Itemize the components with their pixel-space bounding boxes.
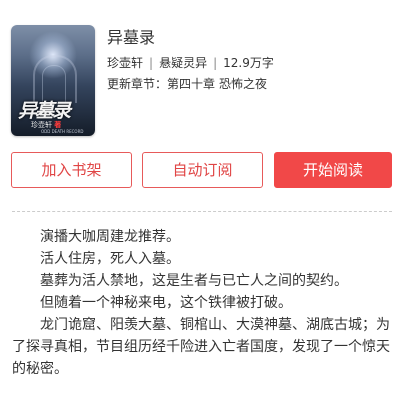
book-meta: 珍壶轩 | 悬疑灵异 | 12.9万字 — [107, 55, 274, 71]
description-paragraph: 龙门诡窟、阳羡大墓、铜棺山、大漠神墓、湖底古城；为了探寻真相，节目组历经千险进入… — [12, 317, 390, 377]
cover-subtitle: 珍壶轩 著 — [31, 121, 91, 129]
latest-chapter-number: 第四十章 — [167, 77, 216, 91]
latest-chapter-label: 更新章节： — [107, 77, 168, 91]
description-paragraph: 墓葬为活人禁地，这是生者与已亡人之间的契约。 — [40, 273, 348, 289]
cover-author: 珍壶轩 — [31, 121, 52, 129]
auto-subscribe-button[interactable]: 自动订阅 — [142, 152, 263, 188]
cover-author-suffix: 著 — [54, 121, 62, 129]
book-word-count: 12.9万字 — [223, 56, 274, 70]
cover-title: 异墓录 — [18, 100, 71, 122]
section-divider — [12, 211, 392, 212]
meta-separator: | — [213, 56, 218, 70]
description-paragraph: 但随着一个神秘来电，这个铁律被打破。 — [40, 295, 292, 311]
latest-chapter-title: 恐怖之夜 — [219, 77, 268, 91]
cover-english-line: ODD DEATH RECORD — [41, 129, 84, 134]
start-reading-button[interactable]: 开始阅读 — [274, 152, 392, 188]
meta-separator: | — [149, 56, 154, 70]
description-paragraph: 活人住房，死人入墓。 — [40, 251, 180, 267]
description-paragraph: 演播大咖周建龙推荐。 — [40, 229, 180, 245]
book-info: 异墓录 珍壶轩 著 ODD DEATH RECORD 异墓录 珍壶轩 | 悬疑灵异 |… — [0, 0, 410, 150]
add-to-shelf-button[interactable]: 加入书架 — [11, 152, 132, 188]
book-description: 演播大咖周建龙推荐。 活人住房，死人入墓。 墓葬为活人禁地，这是生者与已亡人之间… — [12, 226, 392, 380]
book-author[interactable]: 珍壶轩 — [107, 56, 143, 70]
book-cover[interactable]: 异墓录 珍壶轩 著 ODD DEATH RECORD — [11, 25, 95, 136]
latest-chapter[interactable]: 更新章节：第四十章 恐怖之夜 — [107, 76, 267, 92]
cover-arch-inner — [42, 65, 66, 102]
book-category[interactable]: 悬疑灵异 — [159, 56, 207, 70]
book-title: 异墓录 — [107, 28, 156, 47]
